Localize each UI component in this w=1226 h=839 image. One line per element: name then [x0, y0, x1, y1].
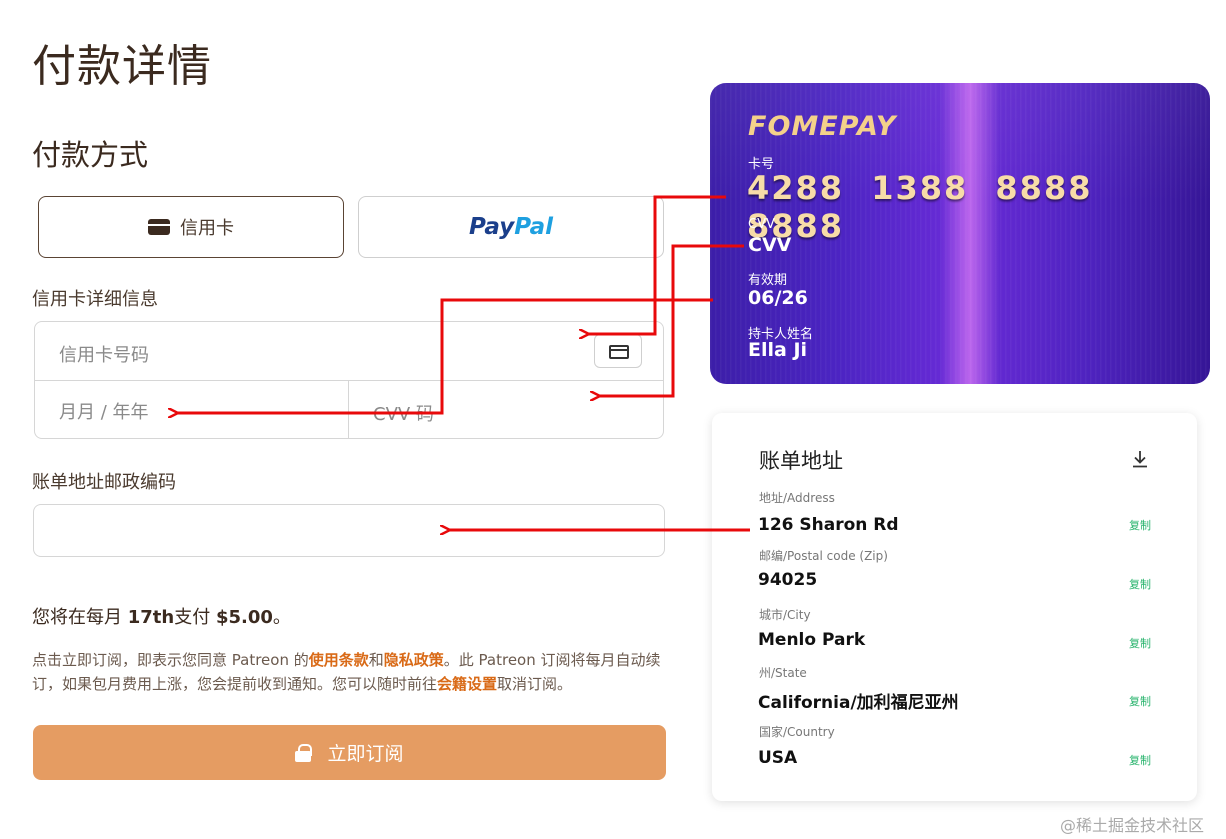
virtual-credit-card: FOMEPAY 卡号 4288 1388 8888 8888 CVV CVV 有…: [710, 83, 1210, 384]
city-value: Menlo Park: [758, 630, 866, 650]
credit-card-icon: [148, 219, 170, 235]
privacy-policy-link[interactable]: 隐私政策: [384, 651, 444, 669]
copy-city-button[interactable]: 复制: [1129, 635, 1151, 651]
zip-label: 账单地址邮政编码: [32, 472, 176, 493]
billing-title: 账单地址: [759, 449, 843, 473]
cvv-field[interactable]: CVV 码: [349, 381, 663, 439]
zip-code-value: 94025: [758, 570, 818, 590]
address-value: 126 Sharon Rd: [758, 515, 899, 535]
monthly-charge-text: 您将在每月 17th支付 $5.00。: [32, 607, 291, 628]
country-value: USA: [758, 748, 798, 768]
credit-card-method-button[interactable]: 信用卡: [38, 196, 344, 258]
card-fields-group: 信用卡号码 月月 / 年年 CVV 码: [34, 321, 664, 439]
card-holder: Ella Ji: [748, 339, 808, 361]
paypal-logo: PayPal: [469, 214, 553, 240]
zip-code-label: 邮编/Postal code (Zip): [759, 549, 888, 563]
subscribe-button[interactable]: 立即订阅: [33, 725, 666, 780]
state-value: California/加利福尼亚州: [758, 693, 959, 713]
cvv-placeholder: CVV 码: [373, 404, 434, 425]
payment-method-title: 付款方式: [32, 138, 149, 172]
billing-address-panel: 账单地址 地址/Address 126 Sharon Rd 复制 邮编/Post…: [712, 413, 1197, 801]
membership-settings-link[interactable]: 会籍设置: [437, 675, 497, 693]
card-number-field[interactable]: 信用卡号码: [35, 322, 663, 381]
state-label: 州/State: [759, 666, 807, 680]
lock-icon: [295, 743, 313, 762]
terms-of-use-link[interactable]: 使用条款: [309, 651, 369, 669]
country-label: 国家/Country: [759, 725, 835, 739]
expiry-field[interactable]: 月月 / 年年: [35, 381, 349, 439]
city-label: 城市/City: [759, 608, 811, 622]
address-label: 地址/Address: [759, 491, 835, 505]
card-brand-logo: FOMEPAY: [748, 111, 897, 142]
download-icon[interactable]: [1130, 449, 1150, 469]
card-expiry-label: 有效期: [748, 273, 788, 288]
terms-text: 点击立即订阅，即表示您同意 Patreon 的使用条款和隐私政策。此 Patre…: [32, 651, 661, 693]
card-number-placeholder: 信用卡号码: [59, 345, 149, 366]
subscribe-label: 立即订阅: [327, 743, 404, 765]
expiry-placeholder: 月月 / 年年: [59, 402, 149, 423]
card-cvv-label: CVV: [748, 217, 775, 232]
copy-state-button[interactable]: 复制: [1129, 693, 1151, 709]
paypal-method-button[interactable]: PayPal: [358, 196, 664, 258]
credit-card-method-label: 信用卡: [180, 218, 234, 239]
zip-input[interactable]: [33, 504, 665, 557]
copy-zip-button[interactable]: 复制: [1129, 576, 1151, 592]
card-details-label: 信用卡详细信息: [32, 289, 158, 310]
card-icon: [594, 334, 642, 368]
card-expiry: 06/26: [748, 287, 808, 309]
watermark: @稀土掘金技术社区: [1060, 816, 1205, 835]
card-cvv: CVV: [748, 234, 792, 256]
page-title: 付款详情: [32, 41, 212, 92]
copy-address-button[interactable]: 复制: [1129, 517, 1151, 533]
copy-country-button[interactable]: 复制: [1129, 752, 1151, 768]
card-number: 4288 1388 8888 8888: [747, 169, 1093, 245]
